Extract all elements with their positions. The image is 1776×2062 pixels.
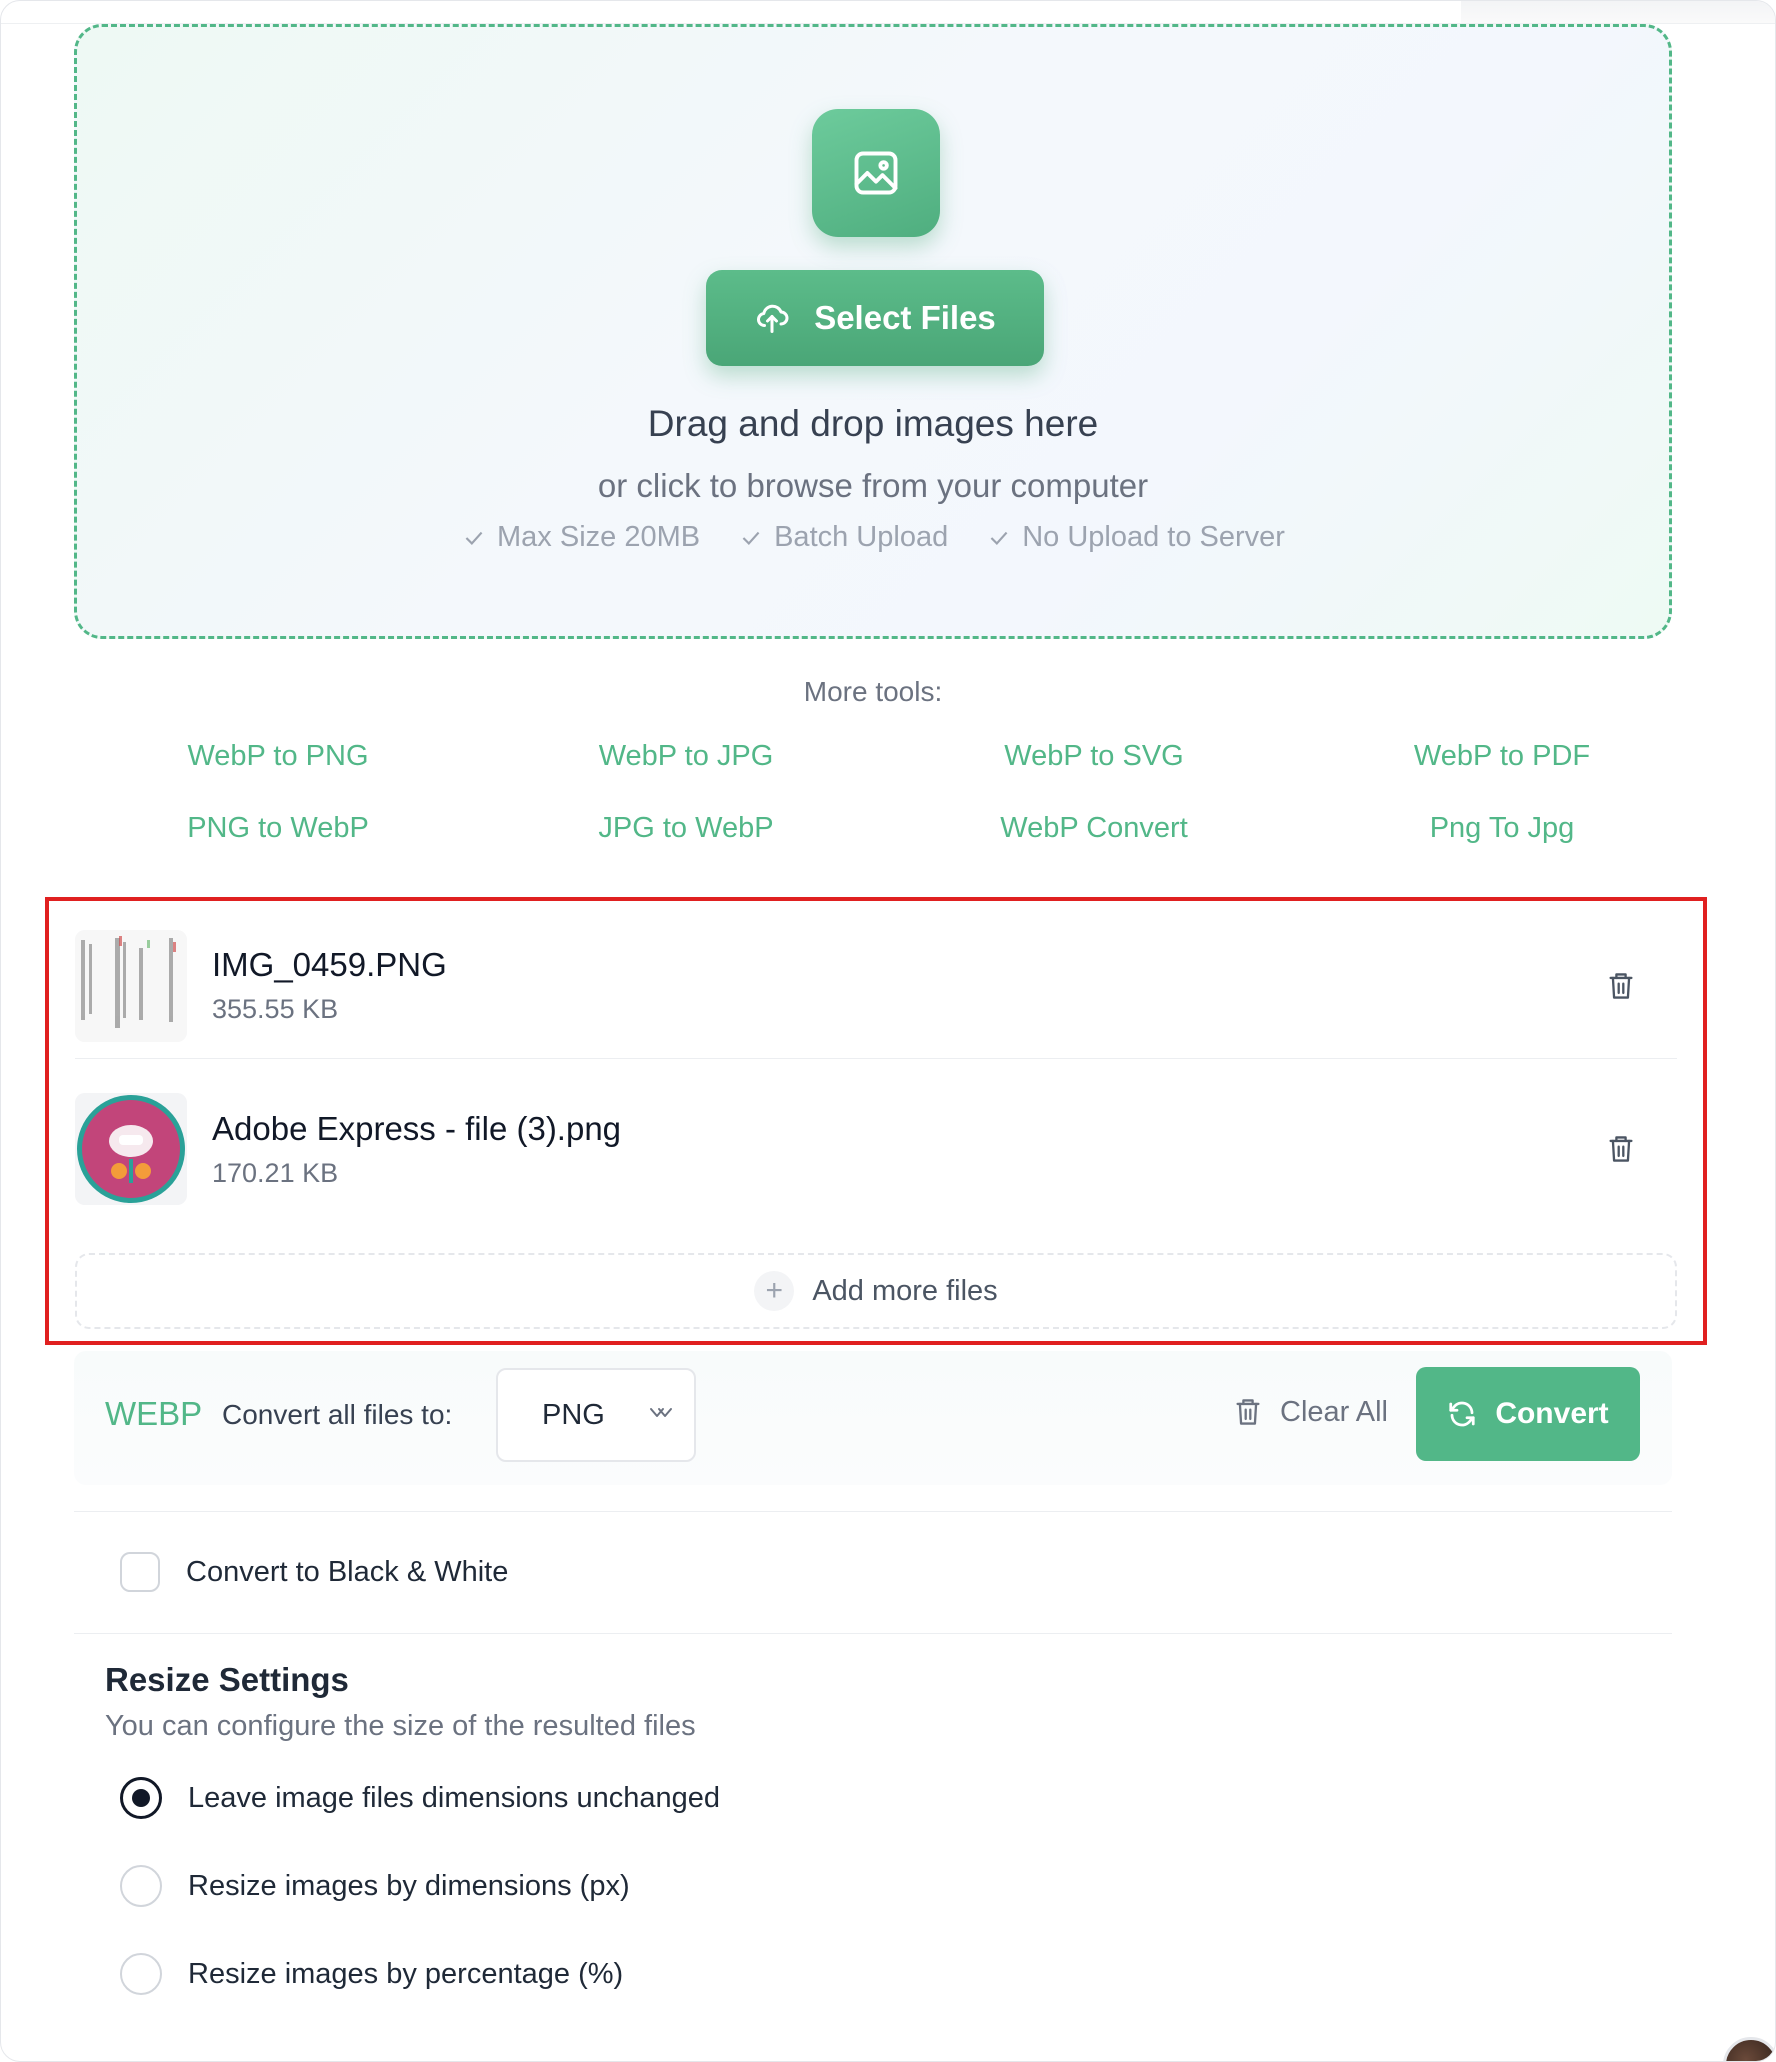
- clear-all-button[interactable]: Clear All: [1234, 1381, 1388, 1443]
- check-icon: [742, 531, 760, 545]
- convert-label: Convert: [1495, 1397, 1609, 1430]
- file-info: Adobe Express - file (3).png 170.21 KB: [212, 1110, 1601, 1189]
- check-icon: [465, 531, 483, 545]
- resize-option-label: Resize images by percentage (%): [188, 1957, 624, 1990]
- file-thumbnail: [75, 1093, 187, 1205]
- more-tools-title: More tools:: [803, 676, 943, 707]
- plus-icon: +: [754, 1271, 795, 1311]
- check-icon: [990, 531, 1008, 545]
- trash-icon: [1609, 972, 1633, 999]
- section-divider: [74, 1511, 1672, 1512]
- tool-link-webp-to-svg[interactable]: WebP to SVG: [890, 739, 1298, 773]
- file-item: Adobe Express - file (3).png 170.21 KB: [75, 1076, 1677, 1222]
- resize-option-label: Resize images by dimensions (px): [188, 1869, 630, 1902]
- cloud-upload-icon: [757, 304, 789, 333]
- avatar[interactable]: [1723, 2037, 1775, 2061]
- resize-option-dimensions[interactable]: Resize images by dimensions (px): [120, 1865, 630, 1907]
- tool-link-webp-convert[interactable]: WebP Convert: [890, 811, 1298, 845]
- convert-all-label: Convert all files to:: [222, 1399, 453, 1430]
- section-divider: [74, 1633, 1672, 1634]
- tool-link-webp-to-jpg[interactable]: WebP to JPG: [482, 739, 890, 773]
- resize-settings-title: Resize Settings: [105, 1661, 349, 1698]
- tool-link-png-to-webp[interactable]: PNG to WebP: [74, 811, 482, 845]
- file-size: 170.21 KB: [212, 1157, 339, 1188]
- converter-card: Select Files Drag and drop images here o…: [0, 0, 1776, 2062]
- convert-button[interactable]: Convert: [1416, 1367, 1640, 1461]
- convert-toolbar: WEBP Convert all files to: PNG Clear All…: [74, 1351, 1672, 1485]
- image-icon: [812, 109, 940, 237]
- black-white-label: Convert to Black & White: [186, 1555, 509, 1588]
- feature-label: No Upload to Server: [1022, 521, 1285, 553]
- delete-file-button[interactable]: [1601, 1129, 1641, 1169]
- add-more-label: Add more files: [812, 1274, 998, 1307]
- select-files-label: Select Files: [814, 299, 996, 336]
- dropzone-features: Max Size 20MB Batch Upload No Upload to …: [77, 521, 1669, 554]
- resize-option-label: Leave image files dimensions unchanged: [188, 1781, 721, 1814]
- feature-item: Batch Upload: [738, 521, 948, 554]
- resize-option-unchanged[interactable]: Leave image files dimensions unchanged: [120, 1777, 720, 1819]
- tool-link-webp-to-pdf[interactable]: WebP to PDF: [1298, 739, 1706, 773]
- more-tools-grid: WebP to PNG WebP to JPG WebP to SVG WebP…: [74, 739, 1706, 845]
- feature-item: No Upload to Server: [986, 521, 1285, 554]
- file-item: IMG_0459.PNG 355.55 KB: [75, 913, 1677, 1059]
- top-shadow: [1461, 1, 1775, 23]
- target-format-select[interactable]: PNG: [496, 1368, 696, 1462]
- file-list: IMG_0459.PNG 355.55 KB Adobe Express - f…: [45, 897, 1707, 1345]
- add-more-files-button[interactable]: + Add more files: [75, 1253, 1677, 1329]
- select-files-button[interactable]: Select Files: [706, 270, 1044, 366]
- feature-item: Max Size 20MB: [461, 521, 700, 554]
- resize-option-percentage[interactable]: Resize images by percentage (%): [120, 1953, 623, 1995]
- feature-label: Batch Upload: [774, 521, 949, 553]
- radio-button[interactable]: [120, 1777, 162, 1819]
- tool-link-webp-to-png[interactable]: WebP to PNG: [74, 739, 482, 773]
- file-name: Adobe Express - file (3).png: [212, 1109, 622, 1147]
- file-info: IMG_0459.PNG 355.55 KB: [212, 946, 1601, 1025]
- source-format-label: WEBP: [105, 1395, 203, 1432]
- black-white-option[interactable]: Convert to Black & White: [120, 1552, 508, 1592]
- file-thumbnail: [75, 929, 187, 1042]
- resize-settings-subtitle: You can configure the size of the result…: [105, 1710, 696, 1742]
- file-name: IMG_0459.PNG: [212, 946, 447, 983]
- file-size: 355.55 KB: [212, 994, 339, 1024]
- delete-file-button[interactable]: [1601, 966, 1641, 1006]
- tool-link-jpg-to-webp[interactable]: JPG to WebP: [482, 811, 890, 845]
- black-white-checkbox[interactable]: [120, 1552, 160, 1592]
- dropzone-subtitle: or click to browse from your computer: [597, 467, 1149, 504]
- clear-all-label: Clear All: [1280, 1395, 1388, 1428]
- feature-label: Max Size 20MB: [497, 521, 701, 553]
- trash-icon: [1609, 1136, 1633, 1162]
- trash-icon: [1236, 1399, 1260, 1425]
- selected-format: PNG: [542, 1398, 605, 1431]
- tool-link-png-to-jpg[interactable]: Png To Jpg: [1298, 811, 1706, 845]
- chevron-down-icon: [650, 1408, 672, 1417]
- radio-button[interactable]: [120, 1865, 162, 1907]
- refresh-icon: [1449, 1401, 1475, 1427]
- dropzone[interactable]: Select Files Drag and drop images here o…: [74, 24, 1672, 639]
- dropzone-title: Drag and drop images here: [647, 403, 1099, 444]
- radio-button[interactable]: [120, 1953, 162, 1995]
